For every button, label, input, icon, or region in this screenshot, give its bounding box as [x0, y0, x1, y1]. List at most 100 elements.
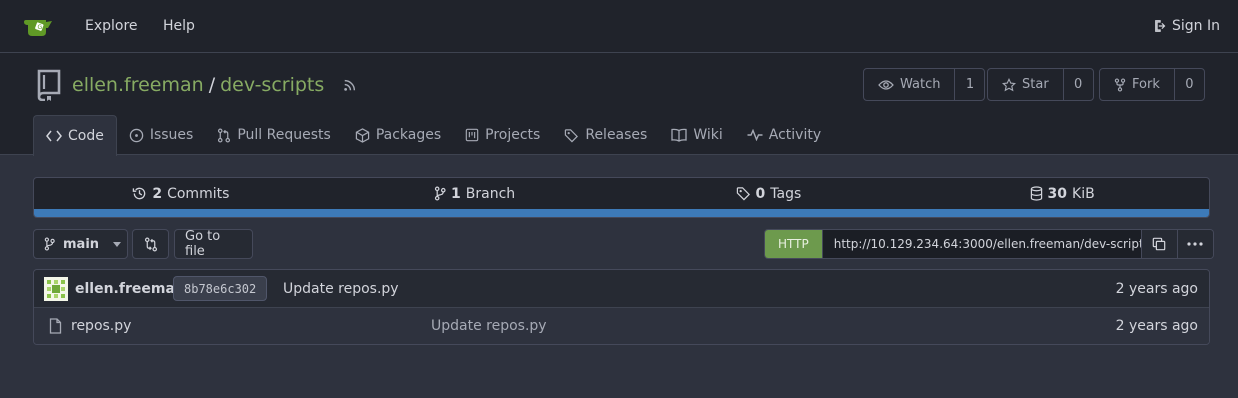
project-icon [465, 128, 479, 142]
sign-in-icon [1154, 19, 1168, 33]
rss-feed-icon[interactable] [343, 78, 357, 92]
branch-count: 1 [451, 185, 461, 202]
clone-protocol-button[interactable]: HTTP [765, 230, 822, 258]
tab-pull-requests[interactable]: Pull Requests [205, 115, 342, 155]
history-icon [132, 186, 147, 201]
tab-label: Pull Requests [237, 127, 331, 143]
branches-stat[interactable]: 1 Branch [328, 178, 622, 209]
sign-in-label: Sign In [1172, 18, 1220, 34]
nav-help-link[interactable]: Help [163, 18, 195, 34]
file-commit-time: 2 years ago [1115, 318, 1198, 334]
size-value: 30 [1047, 185, 1068, 202]
tab-issues[interactable]: Issues [117, 115, 206, 155]
branch-dropdown[interactable]: main [33, 229, 128, 259]
pull-request-icon [217, 128, 231, 143]
commits-stat[interactable]: 2 Commits [34, 178, 328, 209]
fork-button-group[interactable]: Fork 0 [1099, 68, 1205, 101]
tab-wiki[interactable]: Wiki [659, 115, 734, 155]
package-icon [355, 127, 370, 143]
author-avatar[interactable] [44, 277, 68, 301]
issue-icon [129, 128, 144, 143]
repo-stats-bar: 2 Commits 1 Branch 0 Tags 30 KiB [33, 177, 1210, 218]
watch-button-group[interactable]: Watch 1 [863, 68, 986, 101]
commit-author[interactable]: ellen.freeman [75, 281, 185, 297]
tab-label: Code [68, 128, 104, 144]
fork-icon [1114, 77, 1126, 92]
repo-owner-link[interactable]: ellen.freeman [72, 74, 204, 96]
sign-in-link[interactable]: Sign In [1154, 18, 1220, 34]
tags-stat[interactable]: 0 Tags [622, 178, 916, 209]
repo-name-link[interactable]: dev-scripts [220, 74, 324, 96]
compare-icon [144, 237, 158, 252]
clone-url-input[interactable]: http://10.129.234.64:3000/ellen.freeman/… [821, 230, 1141, 258]
commits-count: 2 [152, 185, 163, 202]
file-list: ellen.freeman 8b78e6c302 Update repos.py… [33, 269, 1210, 345]
branch-name: main [63, 236, 100, 252]
tab-label: Releases [585, 127, 648, 143]
tab-label: Packages [375, 127, 442, 143]
watch-label: Watch [900, 77, 941, 92]
clone-panel: HTTP http://10.129.234.64:3000/ellen.fre… [764, 229, 1214, 259]
fork-count[interactable]: 0 [1175, 69, 1204, 100]
database-icon [1030, 186, 1043, 201]
tags-label: Tags [770, 185, 802, 202]
gitea-logo-icon[interactable]: G [24, 16, 54, 38]
repo-icon [36, 69, 62, 101]
latest-commit-row: ellen.freeman 8b78e6c302 Update repos.py… [34, 270, 1209, 308]
language-bar[interactable] [34, 209, 1209, 217]
go-to-file-label: Go to file [185, 229, 221, 259]
copy-icon [1152, 237, 1166, 251]
commit-time: 2 years ago [1115, 281, 1198, 297]
tab-label: Activity [768, 127, 822, 143]
top-navbar: G Explore Help Sign In [0, 0, 1238, 53]
repo-title: ellen.freeman / dev-scripts [72, 74, 357, 96]
tab-label: Issues [149, 127, 194, 143]
fork-button[interactable]: Fork [1100, 69, 1175, 100]
caret-down-icon [113, 241, 122, 247]
repo-header: ellen.freeman / dev-scripts Watch 1 Star… [0, 53, 1238, 156]
commit-sha-button[interactable]: 8b78e6c302 [173, 276, 268, 301]
tags-count: 0 [755, 185, 766, 202]
tag-icon [736, 186, 751, 201]
tab-packages[interactable]: Packages [343, 115, 453, 155]
repo-tabs: Code Issues Pull Requests Packages Proje… [33, 115, 833, 156]
branch-icon [434, 186, 446, 201]
star-label: Star [1022, 77, 1049, 92]
eye-icon [878, 79, 894, 91]
star-button[interactable]: Star [988, 69, 1064, 100]
star-button-group[interactable]: Star 0 [987, 68, 1094, 101]
copy-url-button[interactable] [1140, 230, 1177, 258]
kebab-horizontal-icon [1187, 242, 1203, 246]
go-to-file-button[interactable]: Go to file [174, 229, 253, 259]
tab-projects[interactable]: Projects [453, 115, 552, 155]
star-count[interactable]: 0 [1064, 69, 1093, 100]
compare-button[interactable] [132, 229, 169, 259]
repo-title-separator: / [208, 74, 216, 96]
code-icon [46, 130, 62, 142]
watch-count[interactable]: 1 [955, 69, 984, 100]
commits-label: Commits [167, 185, 230, 202]
file-commit-message[interactable]: Update repos.py [431, 318, 547, 334]
tag-icon [564, 128, 579, 143]
tab-releases[interactable]: Releases [552, 115, 659, 155]
branch-label: Branch [465, 185, 516, 202]
tab-label: Projects [485, 127, 541, 143]
tab-code[interactable]: Code [33, 115, 117, 156]
star-icon [1002, 77, 1016, 92]
more-options-button[interactable] [1176, 230, 1213, 258]
book-icon [671, 128, 687, 142]
tab-activity[interactable]: Activity [735, 115, 833, 155]
tab-label: Wiki [693, 127, 723, 143]
size-unit: KiB [1072, 185, 1095, 202]
nav-explore-link[interactable]: Explore [85, 18, 138, 34]
size-stat: 30 KiB [915, 178, 1209, 209]
file-icon [49, 318, 62, 334]
pulse-icon [747, 129, 763, 141]
svg-text:G: G [38, 24, 43, 31]
fork-label: Fork [1132, 77, 1160, 92]
branch-icon [44, 237, 55, 251]
watch-button[interactable]: Watch [864, 69, 956, 100]
file-row: repos.py Update repos.py 2 years ago [34, 308, 1209, 344]
file-name-link[interactable]: repos.py [71, 318, 131, 334]
commit-message[interactable]: Update repos.py [283, 281, 399, 297]
